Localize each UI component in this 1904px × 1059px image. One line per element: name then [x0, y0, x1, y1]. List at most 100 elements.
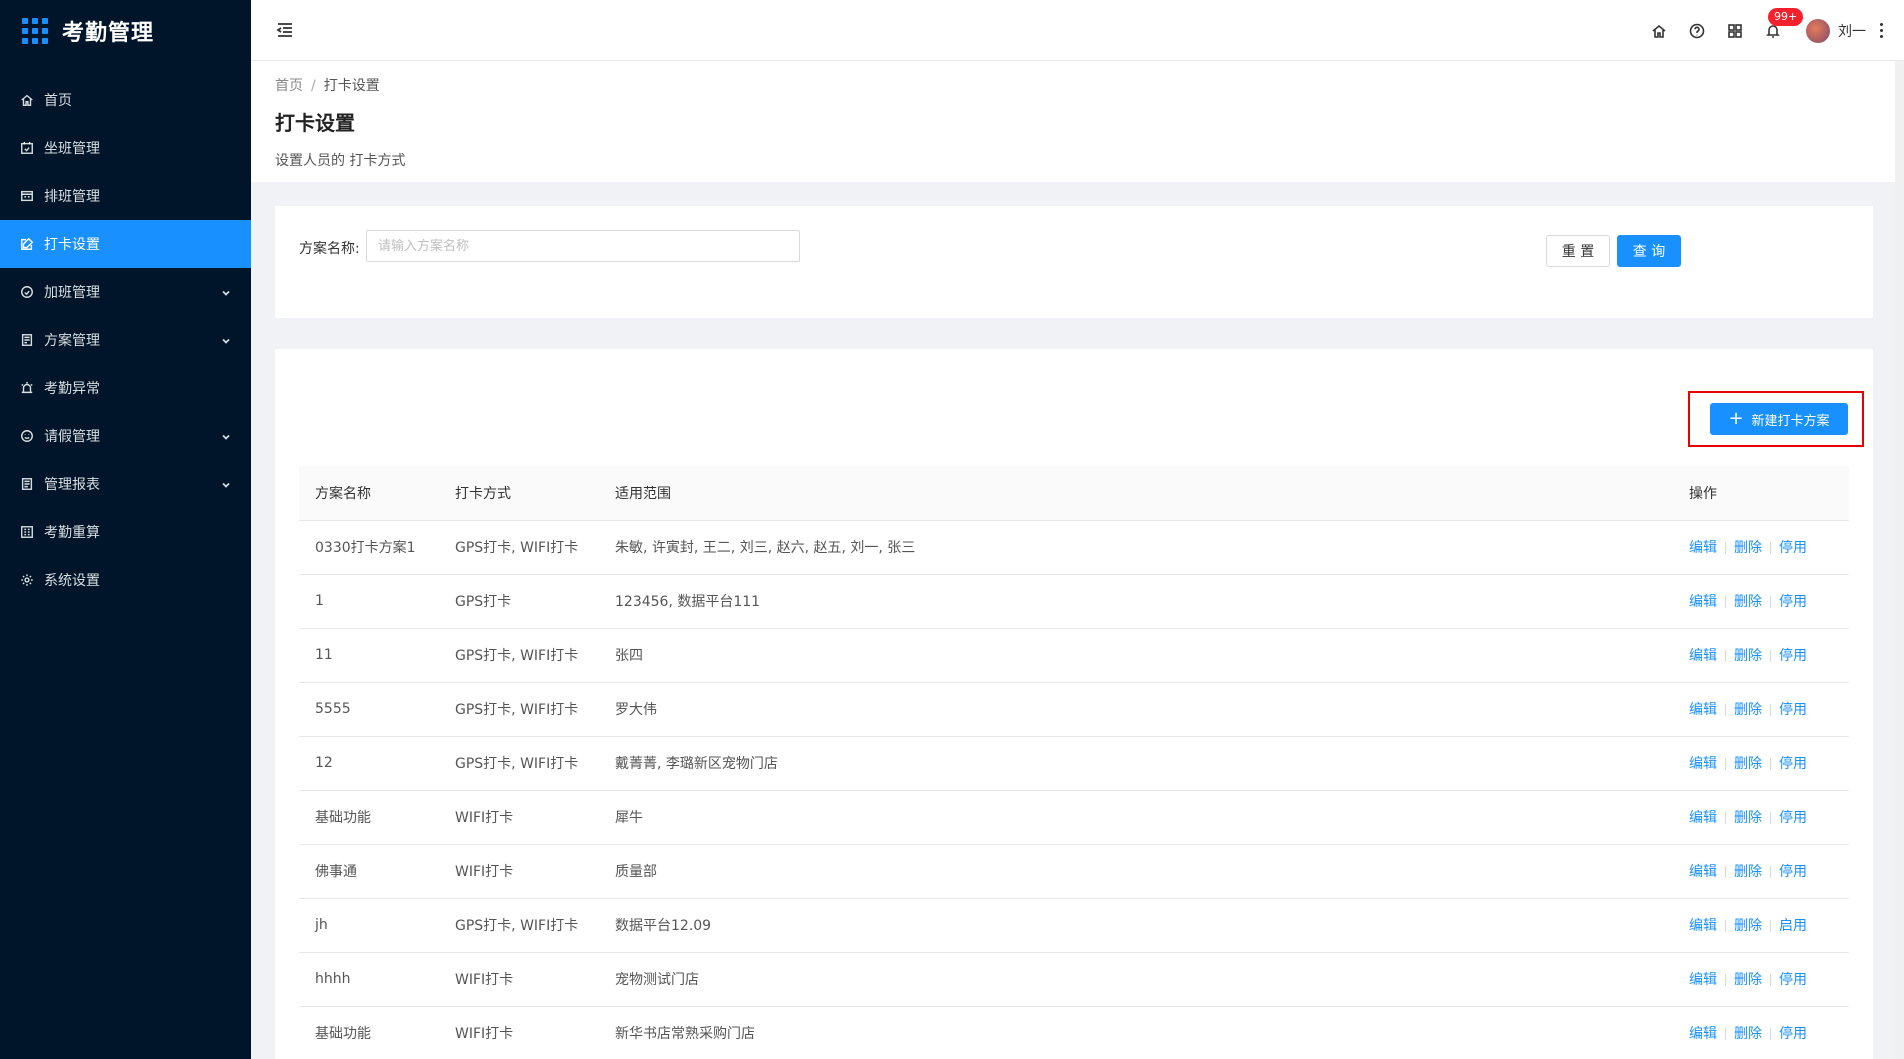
delete-link[interactable]: 删除 [1734, 810, 1762, 826]
reset-button[interactable]: 重 置 [1546, 235, 1610, 267]
cell-plan-name: 0330打卡方案1 [299, 520, 439, 575]
edit-link[interactable]: 编辑 [1689, 648, 1717, 664]
toggle-status-link[interactable]: 停用 [1779, 540, 1807, 556]
sidebar-item-label: 坐班管理 [44, 141, 100, 157]
chevron-down-icon [221, 478, 231, 488]
table-row: 基础功能 WIFI打卡 犀牛 编辑 删除 停用 [299, 790, 1849, 845]
cell-method: WIFI打卡 [439, 1006, 599, 1059]
action-divider [1770, 866, 1771, 878]
sidebar-item-9[interactable]: 考勤重算 [0, 508, 251, 556]
cell-method: WIFI打卡 [439, 790, 599, 845]
action-divider [1770, 704, 1771, 716]
sidebar-item-7[interactable]: 请假管理 [0, 412, 251, 460]
sidebar-item-label: 打卡设置 [44, 237, 100, 253]
cell-scope: 宠物测试门店 [599, 952, 1673, 1007]
menu-collapse-icon[interactable] [275, 20, 295, 40]
new-plan-button[interactable]: + 新建打卡方案 [1710, 403, 1848, 435]
sidebar-item-label: 系统设置 [44, 573, 100, 589]
home-icon[interactable] [1650, 22, 1668, 40]
sidebar-item-2[interactable]: 排班管理 [0, 172, 251, 220]
cell-method: GPS打卡, WIFI打卡 [439, 520, 599, 575]
delete-link[interactable]: 删除 [1734, 594, 1762, 610]
sidebar-item-4[interactable]: 加班管理 [0, 268, 251, 316]
column-header-name: 方案名称 [299, 466, 439, 521]
delete-link[interactable]: 删除 [1734, 972, 1762, 988]
cell-actions: 编辑 删除 停用 [1673, 682, 1849, 737]
page-header: 首页 / 打卡设置 打卡设置 设置人员的 打卡方式 [251, 61, 1904, 182]
delete-link[interactable]: 删除 [1734, 918, 1762, 934]
plan-name-input[interactable] [366, 230, 800, 262]
edit-link[interactable]: 编辑 [1689, 810, 1717, 826]
toggle-status-link[interactable]: 停用 [1779, 1026, 1807, 1042]
sidebar-item-5[interactable]: 方案管理 [0, 316, 251, 364]
more-vertical-icon[interactable] [1880, 23, 1884, 38]
breadcrumb-current: 打卡设置 [323, 78, 380, 94]
table-row: 1 GPS打卡 123456, 数据平台111 编辑 删除 停用 [299, 574, 1849, 629]
edit-link[interactable]: 编辑 [1689, 702, 1717, 718]
toggle-status-link[interactable]: 停用 [1779, 702, 1807, 718]
toggle-status-link[interactable]: 停用 [1779, 972, 1807, 988]
toggle-status-link[interactable]: 停用 [1779, 864, 1807, 880]
cell-actions: 编辑 删除 停用 [1673, 790, 1849, 845]
cell-method: GPS打卡, WIFI打卡 [439, 628, 599, 683]
notification-badge: 99+ [1768, 7, 1804, 26]
delete-link[interactable]: 删除 [1734, 756, 1762, 772]
user-name[interactable]: 刘一 [1838, 21, 1866, 41]
edit-link[interactable]: 编辑 [1689, 594, 1717, 610]
sidebar-item-1[interactable]: 坐班管理 [0, 124, 251, 172]
page-description: 设置人员的 打卡方式 [275, 153, 406, 169]
query-button[interactable]: 查 询 [1617, 235, 1681, 267]
toggle-status-link[interactable]: 停用 [1779, 810, 1807, 826]
edit-link[interactable]: 编辑 [1689, 1026, 1717, 1042]
page-scrollbar[interactable] [1895, 61, 1904, 1059]
smile-icon [20, 429, 34, 443]
apps-icon[interactable] [1726, 22, 1744, 40]
sidebar-item-label: 请假管理 [44, 429, 100, 445]
delete-link[interactable]: 删除 [1734, 702, 1762, 718]
table-row: 12 GPS打卡, WIFI打卡 戴菁菁, 李璐新区宠物门店 编辑 删除 停用 [299, 736, 1849, 791]
action-divider [1725, 542, 1726, 554]
edit-link[interactable]: 编辑 [1689, 864, 1717, 880]
table-panel: + 新建打卡方案 方案名称 打卡方式 适用范围 操作 0330打卡方案1 GPS打… [275, 349, 1873, 1059]
sidebar-item-3[interactable]: 打卡设置 [0, 220, 251, 268]
edit-link[interactable]: 编辑 [1689, 918, 1717, 934]
edit-link[interactable]: 编辑 [1689, 972, 1717, 988]
cell-method: WIFI打卡 [439, 844, 599, 899]
sidebar-item-label: 考勤重算 [44, 525, 100, 541]
sidebar-item-label: 排班管理 [44, 189, 100, 205]
sidebar-item-10[interactable]: 系统设置 [0, 556, 251, 604]
new-plan-label: 新建打卡方案 [1751, 413, 1830, 429]
cell-actions: 编辑 删除 停用 [1673, 844, 1849, 899]
action-divider [1770, 542, 1771, 554]
delete-link[interactable]: 删除 [1734, 864, 1762, 880]
toggle-status-link[interactable]: 启用 [1779, 918, 1807, 934]
cell-method: WIFI打卡 [439, 952, 599, 1007]
cell-plan-name: 基础功能 [299, 1006, 439, 1059]
cell-actions: 编辑 删除 停用 [1673, 628, 1849, 683]
sidebar-item-8[interactable]: 管理报表 [0, 460, 251, 508]
edit-link[interactable]: 编辑 [1689, 540, 1717, 556]
cell-method: GPS打卡, WIFI打卡 [439, 682, 599, 737]
cell-scope: 罗大伟 [599, 682, 1673, 737]
plan-name-label: 方案名称: [299, 241, 360, 257]
avatar[interactable] [1806, 18, 1830, 43]
toggle-status-link[interactable]: 停用 [1779, 648, 1807, 664]
bell-icon[interactable]: 99+ [1764, 7, 1804, 40]
action-divider [1770, 812, 1771, 824]
table-row: 5555 GPS打卡, WIFI打卡 罗大伟 编辑 删除 停用 [299, 682, 1849, 737]
breadcrumb-home[interactable]: 首页 [275, 78, 303, 94]
search-panel: 方案名称: 重 置 查 询 [275, 206, 1873, 318]
delete-link[interactable]: 删除 [1734, 648, 1762, 664]
help-icon[interactable] [1688, 22, 1706, 40]
cell-plan-name: 1 [299, 574, 439, 629]
sidebar-item-6[interactable]: 考勤异常 [0, 364, 251, 412]
delete-link[interactable]: 删除 [1734, 1026, 1762, 1042]
cell-plan-name: 佛事通 [299, 844, 439, 899]
sidebar-item-0[interactable]: 首页 [0, 76, 251, 124]
toggle-status-link[interactable]: 停用 [1779, 756, 1807, 772]
cell-scope: 戴菁菁, 李璐新区宠物门店 [599, 736, 1673, 791]
toggle-status-link[interactable]: 停用 [1779, 594, 1807, 610]
edit-link[interactable]: 编辑 [1689, 756, 1717, 772]
delete-link[interactable]: 删除 [1734, 540, 1762, 556]
app-logo[interactable]: 考勤管理 [0, 0, 251, 62]
